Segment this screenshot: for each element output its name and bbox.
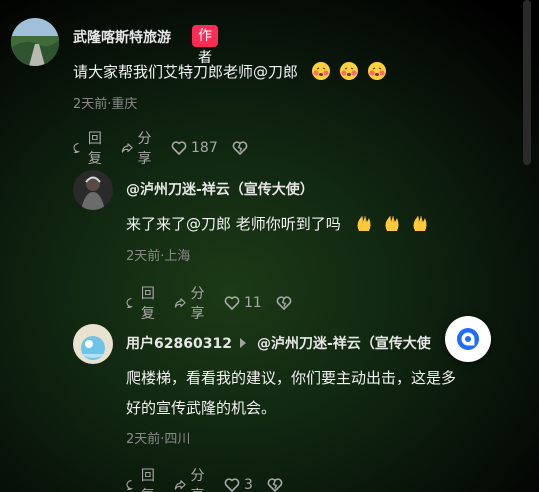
blush-emoji-icon: [367, 62, 386, 80]
comment-icon: [126, 298, 134, 309]
comment-text: 请大家帮我们艾特刀郎老师@刀郎: [73, 60, 387, 84]
author-badge: 作者: [192, 25, 218, 66]
chat-bubble-icon: [457, 328, 479, 350]
reply-to-username[interactable]: @泸州刀迷-祥云（宣传大使: [257, 333, 431, 353]
username[interactable]: @泸州刀迷-祥云（宣传大使）: [126, 179, 314, 199]
comment-text-line-2: 好的宣传武隆的机会。: [126, 399, 277, 417]
dislike-button[interactable]: [276, 295, 296, 311]
share-button[interactable]: 分享: [174, 283, 210, 323]
share-button[interactable]: 分享: [174, 465, 210, 492]
broken-heart-icon: [232, 141, 248, 155]
broken-heart-icon: [276, 296, 292, 310]
like-button[interactable]: 3: [224, 477, 253, 492]
avatar[interactable]: [11, 18, 59, 66]
username[interactable]: 武隆喀斯特旅游: [73, 27, 171, 47]
like-button[interactable]: 11: [224, 295, 262, 311]
timestamp-location: 2天前·四川: [126, 432, 191, 447]
clapping-emoji-icon: [385, 215, 399, 231]
comment-icon: [73, 143, 81, 154]
scrollbar[interactable]: [523, 0, 531, 165]
floating-assistant-button[interactable]: [445, 316, 491, 362]
heart-icon: [224, 478, 240, 492]
timestamp-location: 2天前·上海: [126, 249, 191, 264]
action-bar: 回复 分享 11: [126, 283, 310, 323]
share-icon: [174, 480, 186, 490]
reply-button[interactable]: 回复: [126, 283, 160, 323]
reply-button[interactable]: 回复: [73, 128, 107, 168]
timestamp-location: 2天前·重庆: [73, 97, 138, 112]
reply-button[interactable]: 回复: [126, 465, 160, 492]
comment-icon: [126, 480, 134, 491]
dislike-button[interactable]: [232, 140, 252, 156]
blush-emoji-icon: [311, 62, 330, 80]
action-bar: 回复 分享 187: [73, 128, 266, 168]
comment-text-line-1: 爬楼梯，看看我的建议，你们要主动出击，这是多: [126, 369, 457, 387]
share-icon: [121, 143, 133, 153]
broken-heart-icon: [267, 478, 283, 492]
action-bar: 回复 分享 3: [126, 465, 301, 492]
heart-icon: [224, 296, 240, 310]
share-icon: [174, 298, 186, 308]
share-button[interactable]: 分享: [121, 128, 157, 168]
username[interactable]: 用户62860312: [126, 333, 232, 353]
clapping-emoji-icon: [357, 215, 371, 231]
dislike-button[interactable]: [267, 477, 287, 492]
heart-icon: [171, 141, 187, 155]
like-button[interactable]: 187: [171, 140, 218, 156]
comment-text: 来了来了@刀郎 老师你听到了吗: [126, 212, 430, 236]
avatar[interactable]: [73, 170, 113, 210]
reply-arrow-icon: [240, 338, 246, 348]
blush-emoji-icon: [339, 62, 358, 80]
clapping-emoji-icon: [413, 215, 427, 231]
avatar[interactable]: [73, 324, 113, 364]
